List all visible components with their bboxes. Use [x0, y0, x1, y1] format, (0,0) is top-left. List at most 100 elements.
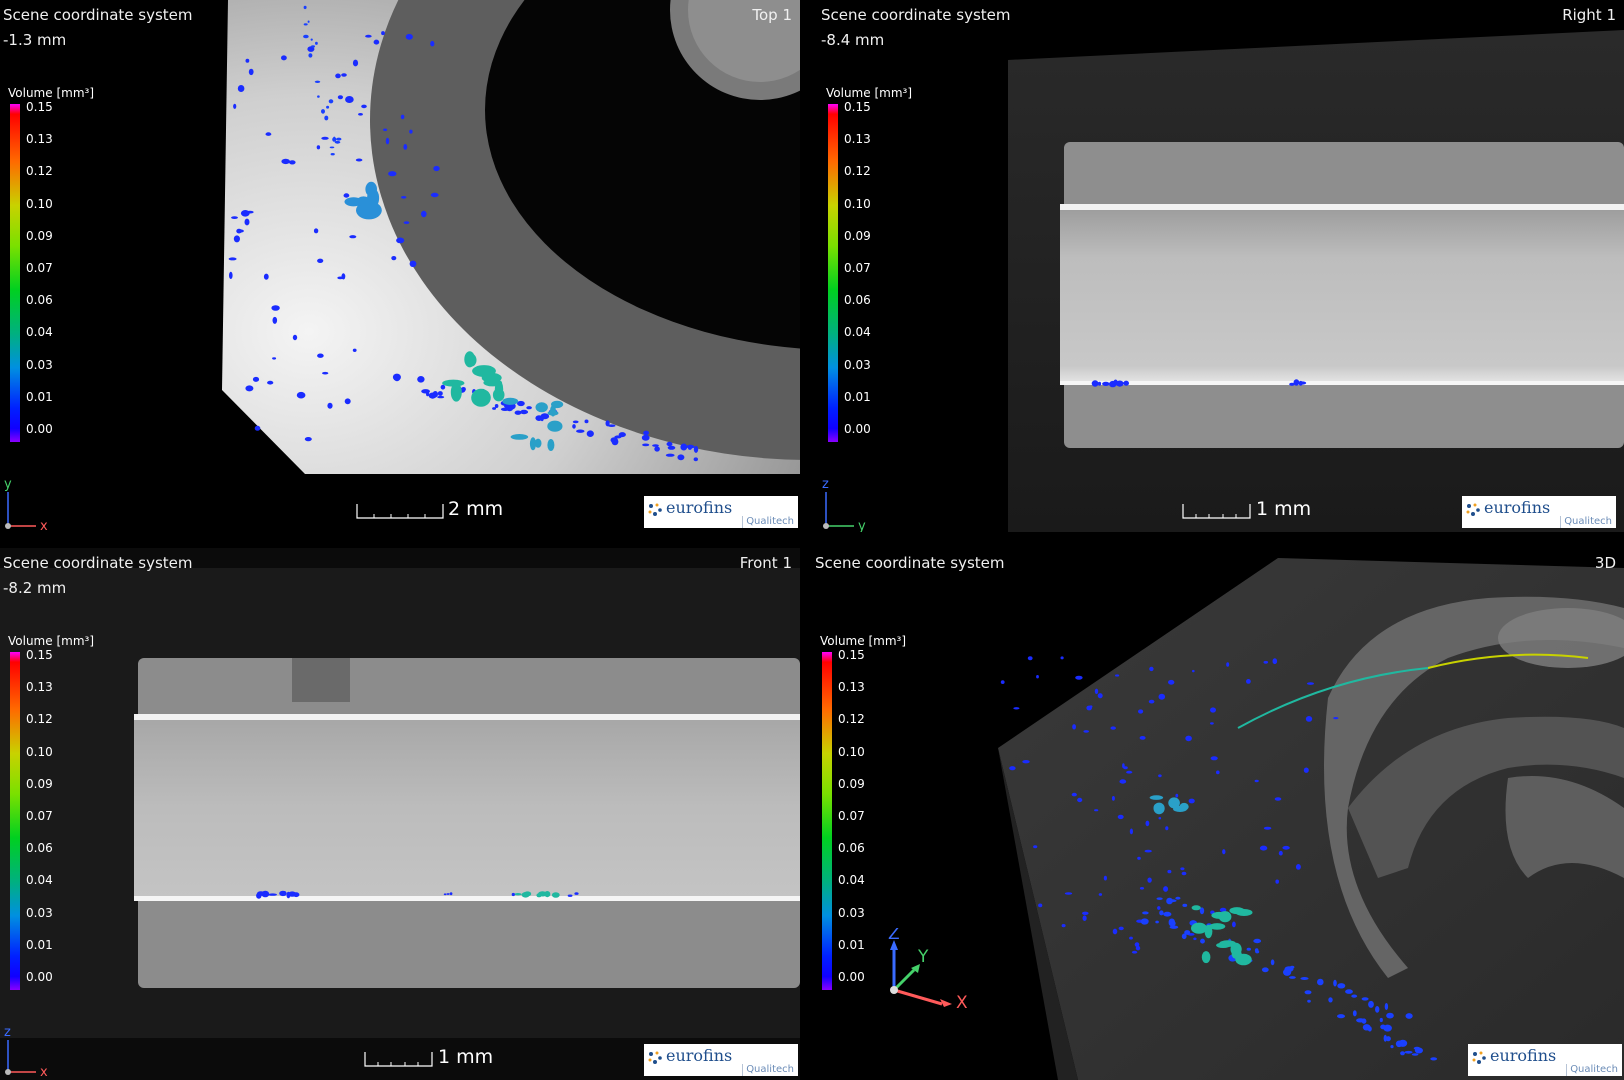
pore-marker — [236, 228, 242, 234]
pore-marker — [328, 99, 334, 104]
pore-marker — [1232, 921, 1236, 928]
pore-marker — [1246, 947, 1251, 951]
viewport-front[interactable]: Scene coordinate system -8.2 mm Front 1 … — [0, 548, 800, 1080]
pore-marker — [535, 402, 548, 413]
legend-title: Volume [mm³] — [8, 634, 94, 648]
coordinate-system-label: Scene coordinate system — [815, 554, 1005, 572]
eurofins-logo: eurofins Qualitech — [1468, 1044, 1622, 1076]
legend-colorbar — [10, 652, 20, 990]
pore-marker — [1167, 869, 1172, 874]
pore-marker — [1362, 1024, 1371, 1031]
pore-marker — [1109, 380, 1117, 388]
pore-marker — [1263, 660, 1269, 664]
pore-marker — [572, 420, 579, 424]
pore-marker — [324, 115, 329, 121]
legend-tick-label: 0.04 — [844, 325, 871, 340]
pore-marker — [1119, 779, 1127, 784]
legend-tick-label: 0.06 — [26, 841, 53, 856]
pore-marker — [526, 406, 532, 410]
pore-marker — [1082, 915, 1087, 921]
pore-marker — [330, 153, 335, 156]
axis-v-label: z — [4, 1026, 11, 1040]
pore-marker — [1246, 679, 1251, 684]
pore-marker — [303, 5, 307, 10]
pore-marker — [345, 96, 354, 103]
legend-tick-label: 0.12 — [844, 164, 871, 179]
viewport-title: Top 1 — [752, 6, 792, 24]
pore-marker — [1064, 892, 1073, 895]
legend-tick-label: 0.13 — [26, 680, 53, 695]
pore-marker — [1282, 845, 1290, 850]
pore-marker — [1333, 979, 1337, 987]
legend-tick-label: 0.13 — [26, 132, 53, 147]
logo-subtitle: Qualitech — [1564, 516, 1612, 527]
pore-marker — [1222, 849, 1226, 855]
pore-marker — [317, 95, 320, 98]
pore-marker — [254, 425, 261, 431]
scale-bar-label: 2 mm — [448, 498, 504, 520]
pore-marker — [1219, 940, 1237, 947]
pore-marker — [1185, 735, 1192, 742]
pore-marker — [449, 892, 453, 896]
pore-marker — [1033, 845, 1038, 849]
pore-marker — [1180, 867, 1185, 871]
pore-marker — [446, 893, 450, 895]
pore-marker — [310, 38, 313, 41]
eurofins-logo: eurofins Qualitech — [644, 496, 798, 528]
viewport-top[interactable]: Scene coordinate system -1.3 mm Top 1 Vo… — [0, 0, 800, 532]
pore-marker — [248, 68, 254, 76]
pore-marker — [405, 33, 413, 40]
pore-marker — [551, 400, 564, 409]
legend-tick-label: 0.12 — [838, 712, 865, 727]
pore-marker — [361, 104, 367, 109]
pore-marker — [1278, 850, 1283, 856]
pore-marker — [1175, 896, 1181, 900]
pore-marker — [1077, 797, 1083, 803]
pore-marker — [437, 395, 445, 399]
pore-marker — [358, 113, 363, 116]
viewport-3d[interactable]: Scene coordinate system 3D Volume [mm³] … — [808, 548, 1624, 1080]
pore-marker — [303, 34, 309, 39]
legend-title: Volume [mm³] — [826, 86, 912, 100]
axis-triad: z y — [822, 478, 866, 532]
pore-marker — [547, 439, 555, 451]
pore-marker — [1304, 990, 1312, 995]
pore-marker — [1259, 845, 1268, 851]
legend-tick-label: 0.09 — [844, 228, 871, 243]
pore-marker — [607, 424, 616, 428]
pore-marker — [229, 271, 233, 279]
legend-tick-label: 0.10 — [26, 196, 53, 211]
pore-marker — [1091, 380, 1099, 387]
legend-tick-label: 0.09 — [26, 776, 53, 791]
pore-marker — [567, 894, 573, 897]
pore-marker — [1103, 875, 1107, 881]
pore-marker — [252, 376, 260, 382]
scale-bar-label: 1 mm — [438, 1046, 494, 1068]
pore-marker — [271, 305, 280, 311]
pore-marker — [1149, 795, 1164, 800]
pore-marker — [1305, 716, 1313, 722]
viewport-right[interactable]: Scene coordinate system -8.4 mm Right 1 … — [808, 0, 1624, 532]
pore-marker — [1013, 707, 1020, 710]
pore-marker — [494, 380, 504, 399]
legend-tick-label: 0.01 — [26, 937, 53, 952]
legend-tick-label: 0.03 — [26, 357, 53, 372]
pore-marker — [1201, 951, 1211, 964]
pore-marker — [642, 443, 650, 447]
pore-marker — [403, 144, 408, 150]
pore-marker — [1255, 950, 1260, 954]
pore-marker — [287, 891, 297, 897]
pore-marker — [1191, 922, 1207, 934]
legend-tick-label: 0.06 — [26, 293, 53, 308]
pore-marker — [1175, 793, 1179, 798]
pore-marker — [1356, 1018, 1365, 1023]
pore-marker — [514, 893, 522, 896]
pore-marker — [1181, 871, 1187, 876]
pore-marker — [303, 23, 308, 26]
pore-marker — [1231, 949, 1242, 959]
pore-marker — [510, 434, 529, 440]
pore-marker — [1368, 1000, 1374, 1008]
pore-marker — [667, 445, 676, 450]
pore-marker — [281, 55, 287, 61]
legend-title: Volume [mm³] — [8, 86, 94, 100]
